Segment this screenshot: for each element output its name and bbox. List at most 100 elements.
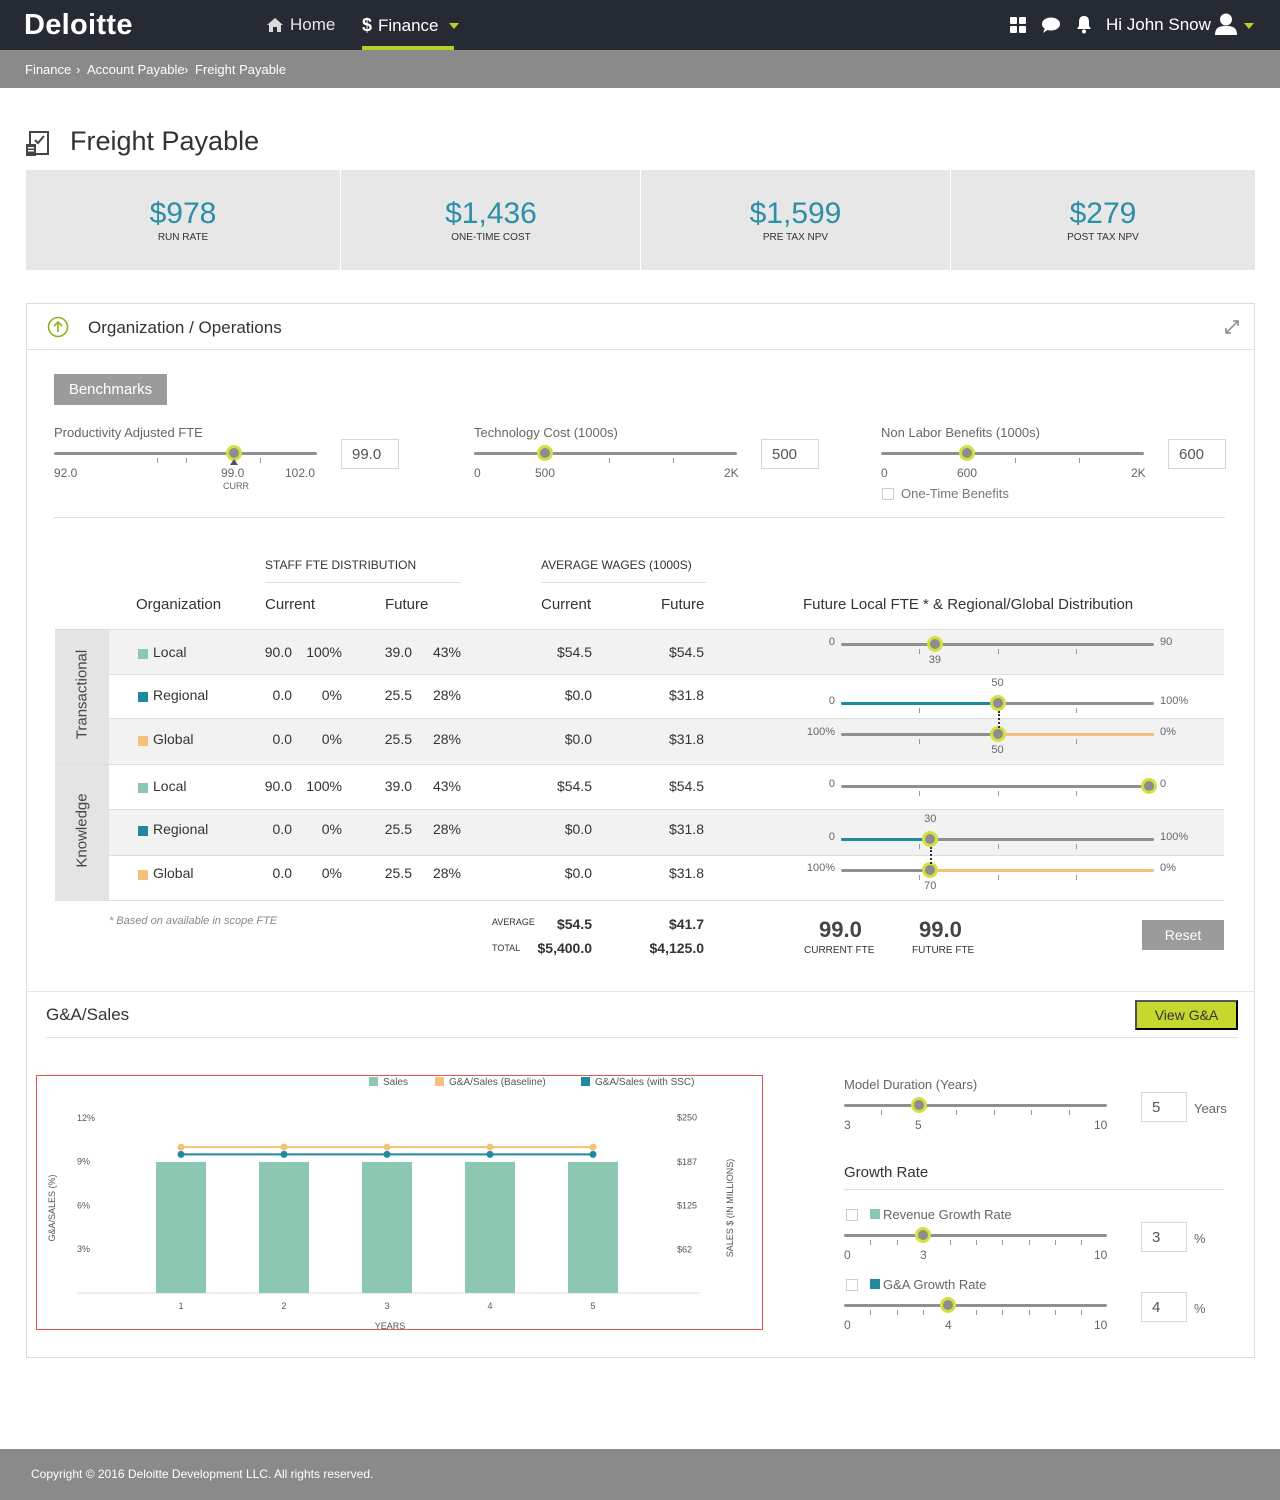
wage-future: $54.5 [668,644,704,660]
chat-icon[interactable] [1041,17,1061,34]
tick [956,1110,957,1115]
slider-handle[interactable] [940,1297,956,1313]
unit-label: % [1194,1301,1206,1316]
productivity-fte-slider[interactable] [54,452,317,455]
kpi-summary: $978 RUN RATE $1,436 ONE-TIME COST $1,59… [26,170,1255,270]
technology-cost-slider[interactable] [474,452,737,455]
nav-finance[interactable]: $ Finance [362,15,459,36]
slider-value: 600 [957,466,978,480]
slider-value: 50 [991,677,1004,689]
slider-handle[interactable] [911,1097,927,1113]
legend-label: G&A/Sales (with SSC) [595,1077,694,1088]
breadcrumb-account-payable[interactable]: Account Payable [87,62,185,77]
model-duration-input[interactable] [1141,1092,1187,1122]
user-avatar-icon[interactable] [1214,13,1238,35]
ga-growth-slider[interactable] [844,1304,1107,1307]
legend-swatch [369,1077,378,1086]
tick [919,708,921,713]
tick [997,875,999,880]
tick [923,1310,924,1315]
page-title: Freight Payable [70,126,260,156]
kpi-label: PRE TAX NPV [762,232,829,243]
slider-handle[interactable] [989,726,1006,742]
kpi-label: POST TAX NPV [1067,232,1139,243]
non-labor-benefits-input[interactable] [1168,439,1226,469]
slider-handle[interactable] [915,1227,931,1243]
data-point [383,1150,391,1158]
report-icon [26,131,49,156]
user-menu-chevron-icon[interactable] [1244,23,1254,29]
future-pct: 43% [432,778,461,794]
tick [609,458,610,463]
bar [465,1161,515,1293]
nav-home[interactable]: Home [266,15,335,35]
non-labor-benefits-slider[interactable] [881,452,1144,455]
ga-growth-input[interactable] [1141,1292,1187,1322]
one-time-benefits-checkbox[interactable] [882,488,894,500]
x-axis-title: YEARS [375,1321,406,1329]
current-fte: 0.0 [272,821,292,837]
future-fte: 25.5 [384,687,412,703]
local-fte-slider[interactable] [841,785,1154,788]
tick [1015,458,1016,463]
future-fte: 39.0 [384,778,412,794]
expand-icon[interactable] [1224,319,1240,335]
slider-handle[interactable] [537,445,553,461]
logo[interactable]: Deloitte [24,9,133,42]
slider-handle[interactable] [959,445,975,461]
data-point [486,1150,494,1158]
kpi-run-rate: $978 RUN RATE [26,170,340,270]
future-pct: 28% [432,687,461,703]
legend-label: G&A/Sales (Baseline) [449,1077,546,1088]
ga-sales-chart: Sales G&A/Sales (Baseline) G&A/Sales (with… [36,1075,763,1331]
tick [919,739,921,744]
divider [55,900,1224,901]
slider-min: 100% [806,862,835,874]
revenue-growth-input[interactable] [1141,1222,1187,1252]
slider-min: 0 [881,466,888,480]
bell-icon[interactable] [1075,15,1093,34]
benchmarks-button[interactable]: Benchmarks [54,374,167,405]
ga-growth-checkbox[interactable] [846,1279,858,1291]
divider [109,674,1224,675]
collapse-arrow-icon[interactable] [47,316,69,338]
technology-cost-input[interactable] [761,439,819,469]
kpi-pre-tax-npv: $1,599 PRE TAX NPV [641,170,950,270]
breadcrumb-freight-payable: Freight Payable [195,62,287,77]
y2-axis-title: SALES $ (IN MILLIONS) [725,1159,735,1258]
wage-current: $0.0 [564,865,592,881]
slider-max: 10 [1094,1318,1108,1332]
user-greeting[interactable]: Hi John Snow [1106,15,1211,35]
model-duration-slider[interactable] [844,1104,1107,1107]
reset-button[interactable]: Reset [1142,920,1224,950]
future-pct: 28% [432,731,461,747]
apps-grid-icon[interactable] [1010,17,1027,33]
view-ga-button[interactable]: View G&A [1135,1000,1238,1030]
col-future: Future [385,596,429,613]
org-swatch [138,870,148,880]
slider-max: 0% [1160,726,1176,738]
local-fte-slider[interactable] [841,643,1154,646]
slider-min: 0 [844,1318,851,1332]
current-pct: 0% [321,865,342,881]
footnote: * Based on available in scope FTE [109,915,278,927]
org-name: Local [153,644,187,660]
divider [541,582,706,583]
tick [1079,458,1080,463]
marker-triangle-icon [230,459,238,465]
breadcrumb-separator: › [76,62,81,77]
org-swatch [138,736,148,746]
wage-future: $54.5 [668,778,704,794]
slider-handle[interactable] [989,695,1006,711]
tick [870,1310,871,1315]
slider-handle[interactable] [926,636,943,652]
revenue-growth-checkbox[interactable] [846,1209,858,1221]
revenue-growth-slider[interactable] [844,1234,1107,1237]
productivity-fte-input[interactable] [341,439,399,469]
tick [870,1240,871,1245]
tick [919,791,921,796]
divider [265,582,461,583]
tick [1075,708,1077,713]
tick [1081,1240,1082,1245]
breadcrumb-finance[interactable]: Finance [25,62,71,77]
